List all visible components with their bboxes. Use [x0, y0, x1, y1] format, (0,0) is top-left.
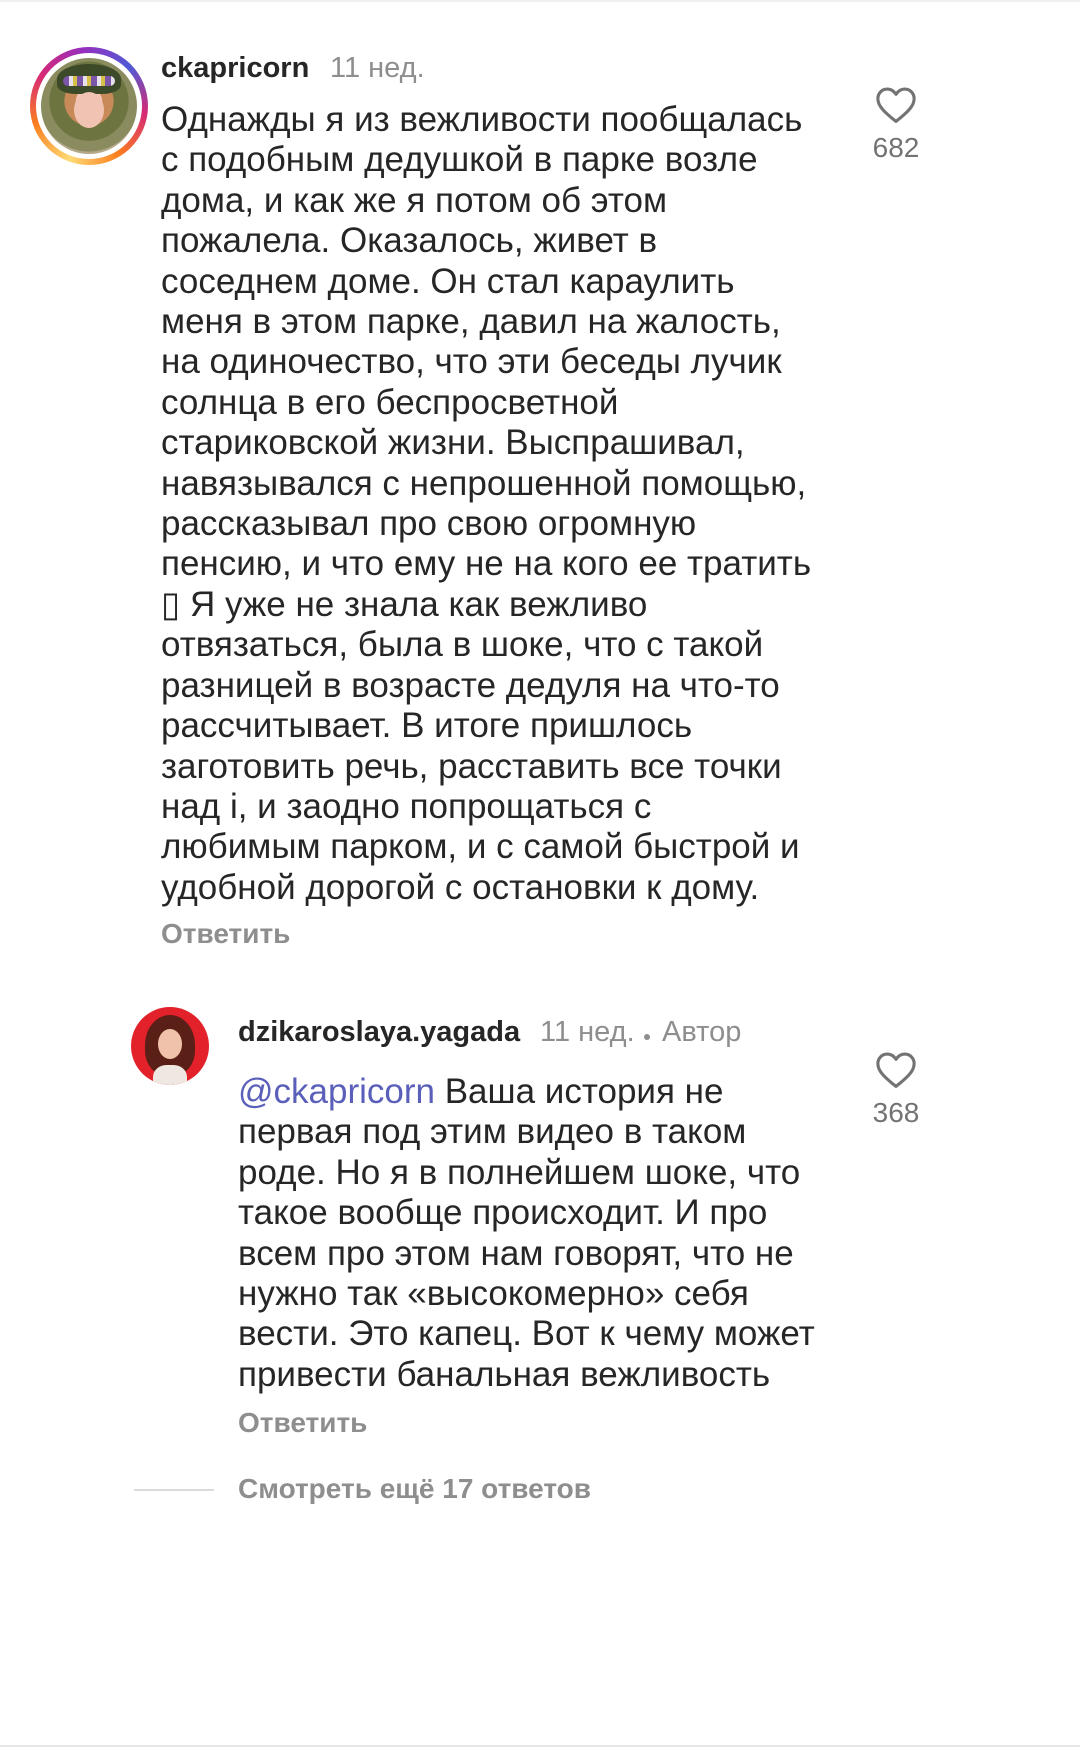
comment-text: @ckapricorn Ваша история не первая под э…: [238, 1072, 848, 1395]
avatar[interactable]: [131, 1007, 209, 1085]
comment-timestamp: 11 нед.: [330, 52, 425, 84]
heart-outline-icon: [876, 1052, 916, 1088]
comment-text-body: Ваша история не первая под этим видео в …: [238, 1072, 815, 1394]
view-more-divider: [134, 1489, 214, 1491]
comment-username[interactable]: dzikaroslaya.yagada: [238, 1016, 520, 1049]
avatar-story-ring[interactable]: [30, 47, 148, 165]
top-divider: [0, 0, 1080, 2]
like-button[interactable]: 368: [866, 1051, 926, 1129]
separator-dot: [644, 1034, 650, 1040]
like-button[interactable]: 682: [866, 86, 926, 164]
like-count: 368: [872, 1097, 920, 1128]
bottom-divider: [0, 1745, 1080, 1747]
comment-username[interactable]: ckapricorn: [161, 52, 309, 85]
comment-timestamp: 11 нед.: [540, 1016, 635, 1048]
comment-text: Однажды я из вежливости пообщалась с под…: [161, 100, 812, 907]
heart-outline-icon: [876, 87, 916, 123]
view-more-replies-button[interactable]: Смотреть ещё 17 ответов: [238, 1473, 591, 1505]
reply-button[interactable]: Ответить: [238, 1407, 367, 1439]
author-badge: Автор: [662, 1016, 742, 1048]
avatar: [41, 58, 137, 154]
reply-button[interactable]: Ответить: [161, 918, 290, 950]
mention-link[interactable]: @ckapricorn: [238, 1072, 435, 1111]
like-count: 682: [872, 132, 920, 163]
